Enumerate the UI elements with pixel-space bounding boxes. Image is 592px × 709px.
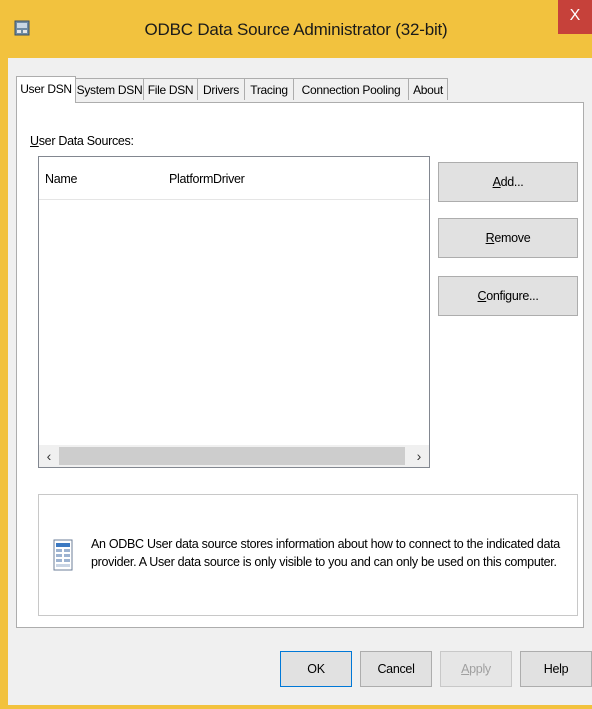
user-dsn-list[interactable]: Name Platform Driver ‹ › — [38, 156, 430, 468]
cancel-button[interactable]: Cancel — [360, 651, 432, 687]
ok-button[interactable]: OK — [280, 651, 352, 687]
column-header-platform[interactable]: Platform — [163, 157, 213, 199]
add-mnemonic: A — [492, 175, 501, 189]
column-header-name[interactable]: Name — [39, 157, 163, 199]
info-box: An ODBC User data source stores informat… — [38, 494, 578, 616]
tab-drivers[interactable]: Drivers — [197, 78, 245, 100]
apply-mnemonic: A — [461, 662, 470, 676]
data-source-icon — [53, 539, 73, 571]
tab-system-dsn[interactable]: System DSN — [75, 78, 144, 100]
info-description: An ODBC User data source stores informat… — [91, 537, 560, 569]
add-label: dd... — [500, 175, 524, 189]
odbc-admin-window: ODBC Data Source Administrator (32-bit) … — [0, 0, 592, 709]
chevron-left-icon: ‹ — [46, 448, 52, 464]
title-bar[interactable]: ODBC Data Source Administrator (32-bit) … — [0, 0, 592, 58]
close-icon: X — [569, 7, 581, 24]
tab-file-dsn[interactable]: File DSN — [143, 78, 198, 100]
user-data-sources-label: User Data Sources: — [30, 134, 134, 148]
remove-button[interactable]: Remove — [438, 218, 578, 258]
scroll-left-arrow[interactable]: ‹ — [39, 445, 59, 467]
remove-label: emove — [494, 231, 531, 245]
scroll-thumb[interactable] — [59, 447, 405, 465]
configure-label: onfigure... — [486, 289, 539, 303]
section-label-text: ser Data Sources: — [38, 134, 134, 148]
configure-button[interactable]: Configure... — [438, 276, 578, 316]
window-title: ODBC Data Source Administrator (32-bit) — [144, 20, 448, 39]
add-button[interactable]: Add... — [438, 162, 578, 202]
chevron-right-icon: › — [416, 448, 422, 464]
dialog-client-area: User DSN System DSN File DSN Drivers Tra… — [8, 58, 592, 709]
tab-tracing[interactable]: Tracing — [244, 78, 294, 100]
tab-user-dsn[interactable]: User DSN — [16, 76, 76, 103]
column-header-driver[interactable]: Driver — [207, 157, 327, 199]
apply-label: pply — [469, 662, 491, 676]
horizontal-scrollbar[interactable]: ‹ › — [39, 445, 429, 467]
list-header: Name Platform Driver — [39, 157, 429, 200]
scroll-right-arrow[interactable]: › — [409, 445, 429, 467]
window-bottom-border — [8, 705, 592, 709]
apply-button[interactable]: Apply — [440, 651, 512, 687]
help-button[interactable]: Help — [520, 651, 592, 687]
tab-connection-pooling[interactable]: Connection Pooling — [293, 78, 409, 100]
close-button[interactable]: X — [558, 0, 592, 34]
tab-about[interactable]: About — [408, 78, 448, 100]
configure-mnemonic: C — [477, 289, 487, 303]
section-label-mnemonic: U — [30, 134, 39, 148]
